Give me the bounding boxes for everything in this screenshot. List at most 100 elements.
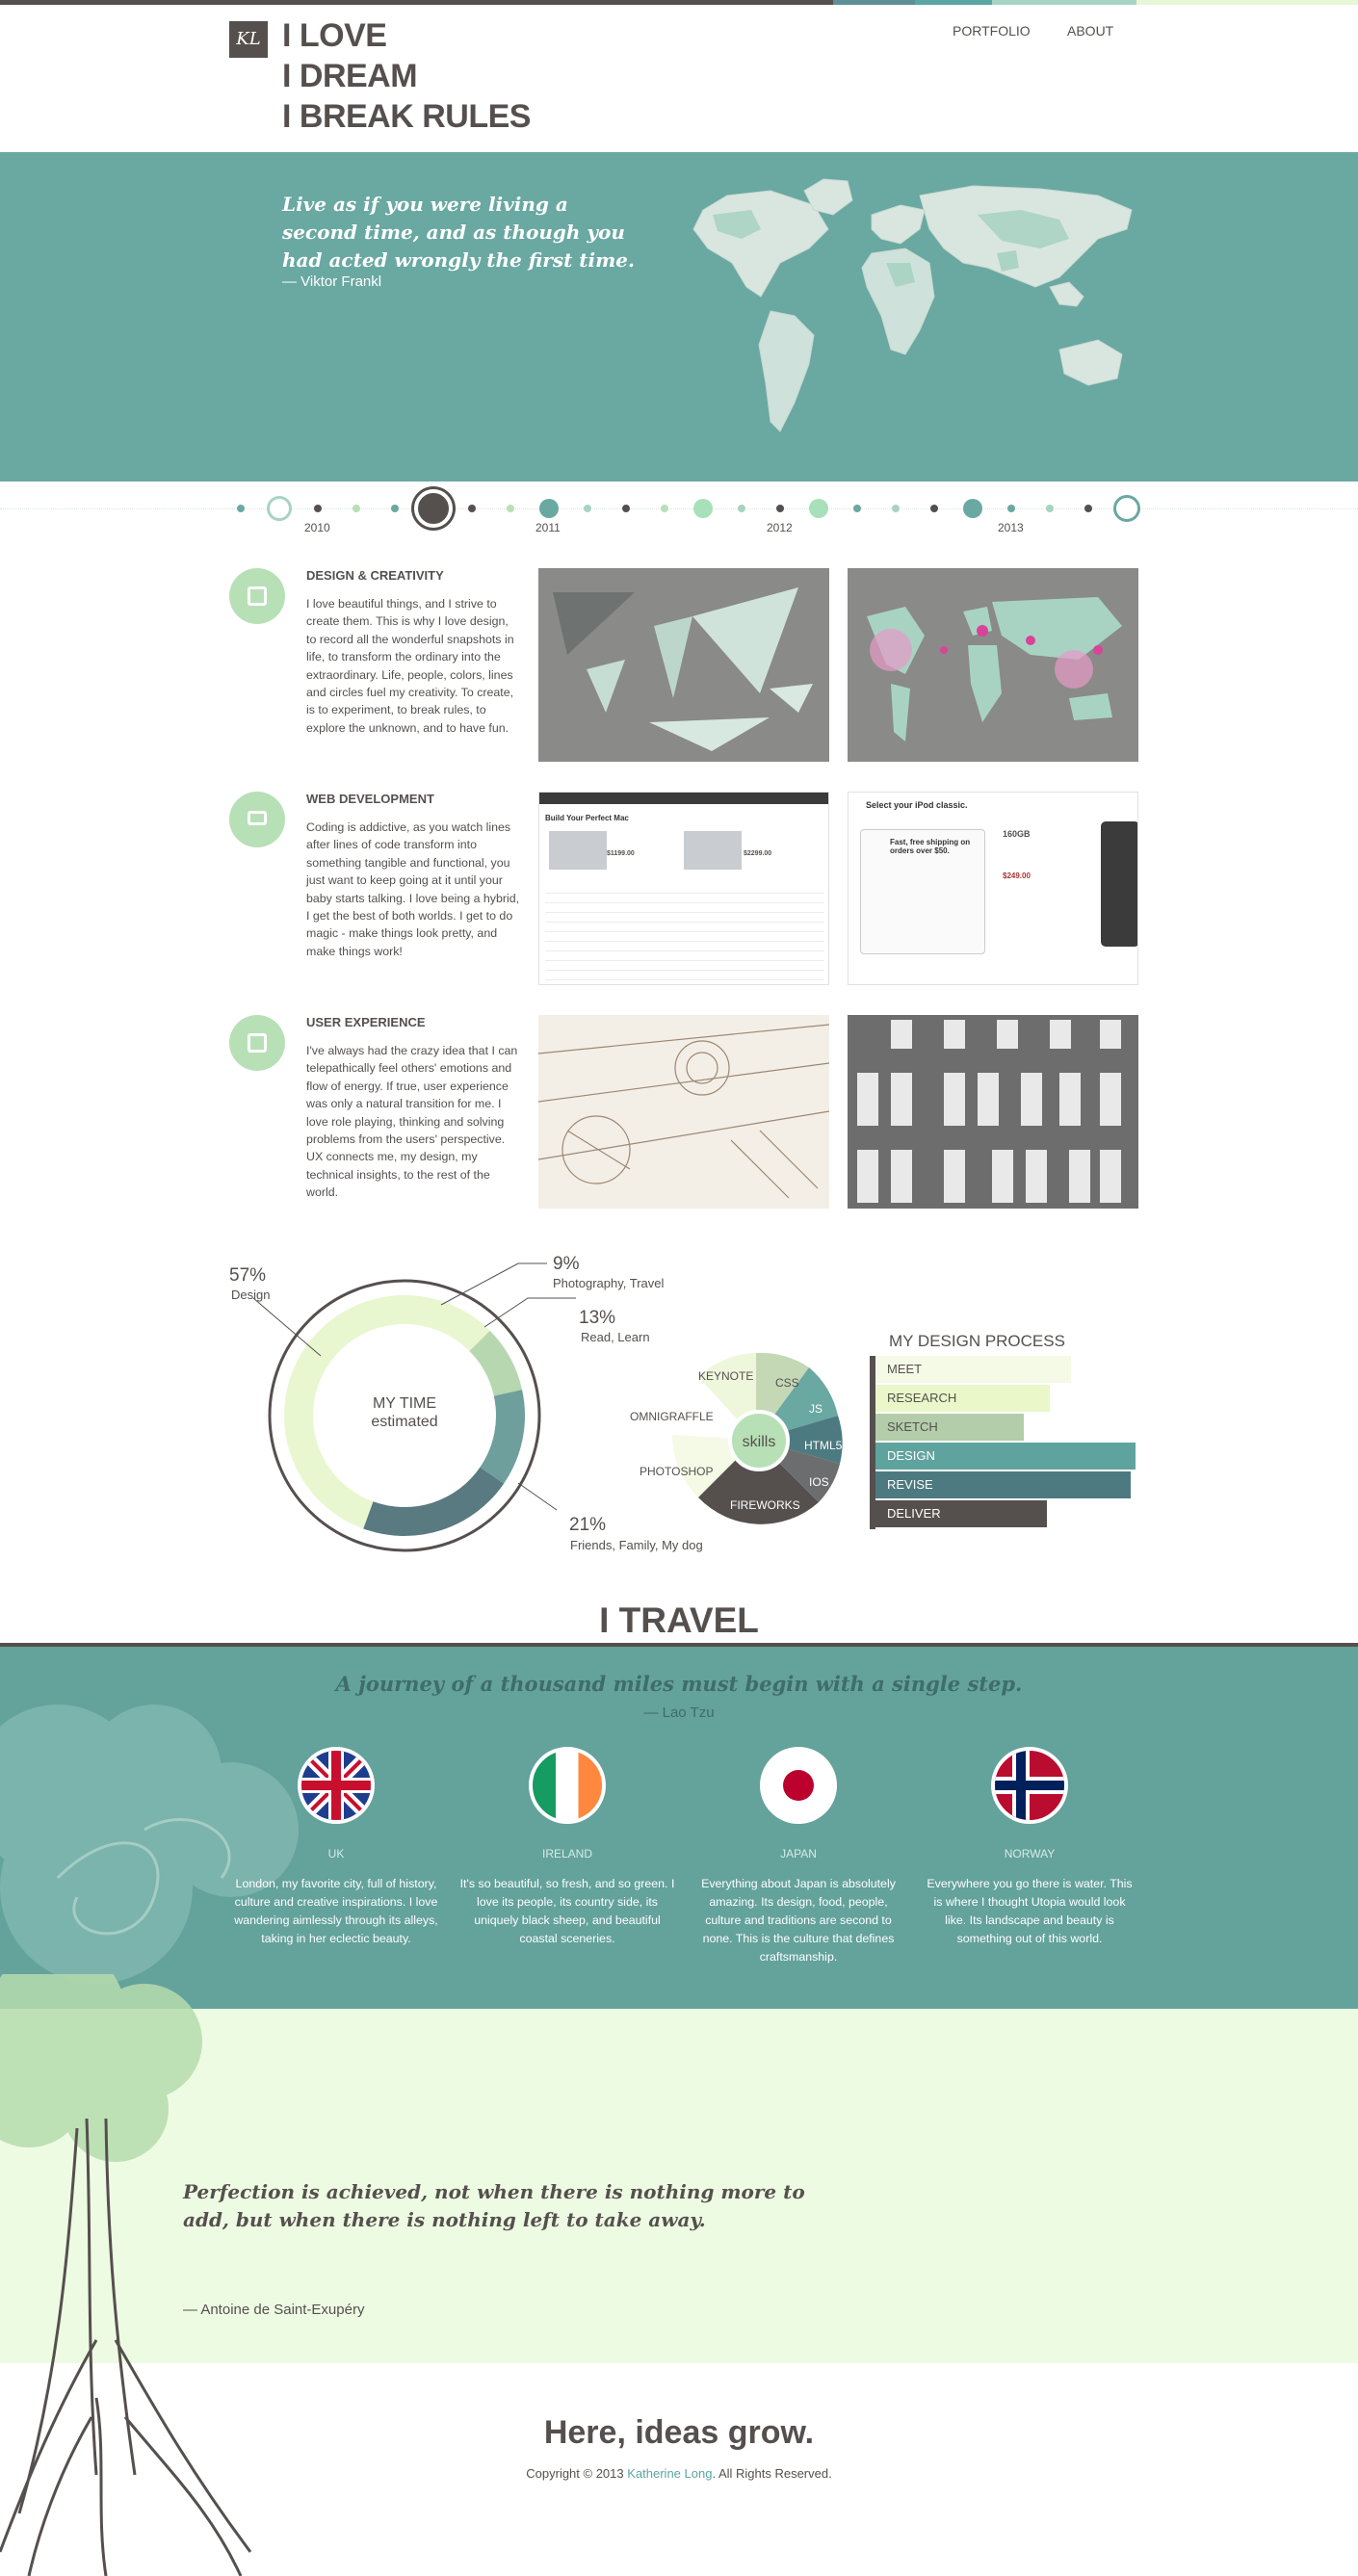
timeline-dot[interactable] [809,499,828,518]
timeline-dot[interactable] [507,505,514,512]
timeline-dot[interactable] [314,505,322,512]
timeline-dot[interactable] [693,499,713,518]
process-bar-sketch: SKETCH [875,1414,1024,1441]
timeline-dot[interactable] [539,499,559,518]
country-ireland: IRELAND [541,1847,592,1860]
process-bar-meet: MEET [875,1356,1071,1383]
skills-center-label: skills [743,1434,776,1450]
wireframes-thumbnail[interactable] [848,1015,1138,1209]
japan-flag-icon[interactable] [760,1747,837,1824]
process-bar-revise: REVISE [875,1471,1131,1498]
country-text-japan: Everything about Japan is absolutely ama… [701,1877,896,1964]
apple-price-1: $1199.00 [607,850,635,857]
category-body-web: Coding is addictive, as you watch lines … [306,820,520,958]
ireland-flag-icon[interactable] [529,1747,606,1824]
time-percent-photo: 9% [553,1254,580,1274]
skill-omnigraffle: OMNIGRAFFLE [630,1410,714,1423]
wireframe-icon [229,1015,285,1071]
skill-fireworks: FIREWORKS [730,1498,800,1512]
macbook-image [549,831,607,870]
uk-flag-icon[interactable] [298,1747,375,1824]
process-bar-deliver: DELIVER [875,1500,1048,1527]
timeline-line [0,508,1358,509]
time-chart-title: MY TIME [373,1395,436,1412]
norway-flag-icon[interactable] [991,1747,1068,1824]
time-label-design: Design [231,1288,271,1302]
world-data-thumbnail[interactable] [848,568,1138,762]
apple-store-thumbnail[interactable]: Build Your Perfect Mac $1199.00 $2299.00 [538,792,829,985]
country-japan: JAPAN [780,1847,817,1860]
nav-about[interactable]: ABOUT [1067,23,1113,39]
timeline-dot[interactable] [776,505,784,512]
timeline-dot[interactable] [414,489,453,528]
logo[interactable]: KL [229,21,268,58]
time-percent-read: 13% [579,1308,616,1328]
category-title-design: DESIGN & CREATIVITY [306,568,444,583]
timeline-year-2011: 2011 [535,521,561,534]
skill-ios: IOS [809,1475,829,1489]
author-link[interactable]: Katherine Long [627,2466,712,2481]
lower-quote: Perfection is achieved, not when there i… [183,2180,805,2231]
ipod-image [1101,821,1137,947]
skill-css: CSS [775,1376,799,1390]
ipod-title: Select your iPod classic. [866,800,968,810]
nav-portfolio[interactable]: PORTFOLIO [953,23,1031,39]
ipod-price: $249.00 [1003,872,1031,880]
design-icon [229,568,285,624]
uk-flag-graphic [301,1751,371,1820]
travel-quote-author: — Lao Tzu [643,1704,715,1721]
timeline-dot[interactable] [738,505,745,512]
timeline-dot[interactable] [391,505,399,512]
triangles-thumbnail[interactable] [538,568,829,762]
tree-artwork [0,1974,252,2576]
timeline-year-2010: 2010 [304,521,330,534]
travel-section: A journey of a thousand miles must begin… [0,1647,1358,2009]
skill-keynote: KEYNOTE [698,1369,753,1383]
hero-quote-author: — Viktor Frankl [282,273,382,290]
country-text-ireland: It's so beautiful, so fresh, and so gree… [459,1877,675,1945]
timeline-year-2013: 2013 [998,521,1024,534]
timeline-dot[interactable] [1113,495,1140,522]
travel-quote: A journey of a thousand miles must begin… [335,1672,1023,1696]
sketch-thumbnail[interactable] [538,1015,829,1209]
skill-photoshop: PHOTOSHOP [640,1465,713,1478]
world-data-artwork [867,597,1122,742]
hero-banner: Live as if you were living a second time… [0,152,1358,481]
process-bar-design: DESIGN [875,1443,1136,1470]
hero-quote: Live as if you were living a second time… [282,193,635,272]
timeline-dot[interactable] [237,505,245,512]
category-title-ux: USER EXPERIENCE [306,1015,426,1029]
travel-title: I TRAVEL [599,1600,759,1640]
skill-js: JS [809,1402,823,1416]
country-uk: UK [327,1847,345,1860]
timeline-dot[interactable] [963,499,982,518]
timeline-dot[interactable] [622,505,630,512]
sketch-artwork [538,1024,829,1199]
timeline-dot[interactable] [661,505,668,512]
time-percent-friends: 21% [569,1515,607,1535]
timeline-dot[interactable] [468,505,476,512]
time-segment-2 [480,1390,525,1484]
japan-sun-disc [783,1770,814,1801]
country-norway: NORWAY [1004,1847,1056,1860]
timeline-dot[interactable] [930,505,938,512]
ipod-store-thumbnail[interactable]: Select your iPod classic. Fast, free shi… [848,792,1138,985]
timeline-dot[interactable] [584,505,591,512]
timeline-dot[interactable] [267,496,292,521]
headline-dream: I DREAM [282,58,418,94]
world-map-image [692,178,1133,432]
time-segment-0 [284,1295,490,1529]
skills-chart: skills KEYNOTE OMNIGRAFFLE PHOTOSHOP CSS… [630,1352,843,1524]
timeline-dot[interactable] [1046,505,1054,512]
timeline-dot[interactable] [892,505,900,512]
timeline-year-2012: 2012 [767,521,793,534]
design-process-title: MY DESIGN PROCESS [889,1332,1065,1350]
timeline-dot[interactable] [1007,505,1015,512]
timeline-dot[interactable] [353,505,360,512]
timeline-dot[interactable] [853,505,861,512]
footer-tagline: Here, ideas grow. [543,2414,815,2451]
category-body-ux: I've always had the crazy idea that I ca… [306,1044,518,1200]
process-bar-research: RESEARCH [875,1385,1050,1412]
timeline-dot[interactable] [1084,505,1092,512]
time-percent-design: 57% [229,1265,267,1286]
